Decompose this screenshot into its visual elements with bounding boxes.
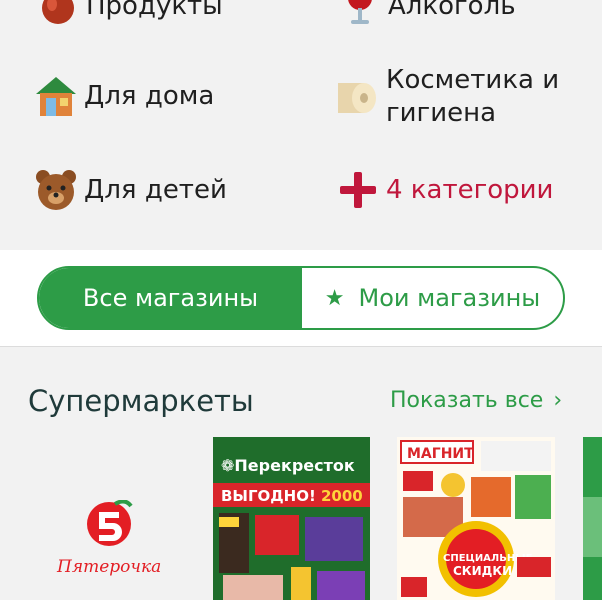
magnit-flyer: МАГНИТ СПЕЦИАЛЬНЫЕ СКИДКИ <box>397 437 555 600</box>
flyer-big-number: 2000 <box>321 487 363 505</box>
pyaterochka-logo-text: Пятерочка <box>56 557 161 577</box>
house-icon <box>34 74 78 118</box>
teddy-bear-icon <box>34 168 78 212</box>
category-label: 4 категории <box>386 174 554 205</box>
perekrestok-brand: ❁Перекресток <box>221 456 355 475</box>
show-all-label: Показать все <box>390 388 544 413</box>
my-stores-tab[interactable]: ★ Мои магазины <box>302 268 563 328</box>
apple-icon <box>36 0 80 28</box>
toilet-paper-icon <box>336 75 380 119</box>
category-more[interactable]: 4 категории <box>336 168 553 212</box>
chevron-right-icon: › <box>553 388 563 413</box>
all-stores-label: Все магазины <box>82 284 259 312</box>
store-next-partial[interactable] <box>583 437 602 600</box>
category-label: Для детей <box>84 174 227 205</box>
store-magnit[interactable]: МАГНИТ СПЕЦИАЛЬНЫЕ СКИДКИ <box>397 437 555 600</box>
store-filter-toggle: Все магазины ★ Мои магазины <box>37 266 565 330</box>
star-icon: ★ <box>324 285 345 311</box>
category-label: Для дома <box>84 80 215 111</box>
pyaterochka-logo: Пятерочка <box>56 499 161 577</box>
my-stores-label: Мои магазины <box>358 284 541 312</box>
plus-icon <box>336 168 380 212</box>
flyer-headline: ВЫГОДНО! <box>221 487 316 505</box>
category-products[interactable]: Продукты <box>36 0 223 28</box>
show-all-link[interactable]: Показать все › <box>390 388 562 413</box>
category-label-line2: гигиена <box>386 98 497 128</box>
perekrestok-flyer: ❁Перекресток ВЫГОДНО! 2000 <box>213 437 370 600</box>
wine-glass-icon <box>338 0 382 28</box>
section-title: Супермаркеты <box>28 384 254 418</box>
store-perekrestok[interactable]: ❁Перекресток ВЫГОДНО! 2000 <box>213 437 370 600</box>
store-pyaterochka[interactable]: Пятерочка <box>55 499 165 582</box>
category-label-line1: Косметика и <box>386 65 560 95</box>
magnit-brand: МАГНИТ <box>407 446 474 462</box>
category-cosmetics[interactable]: Косметика и гигиена <box>336 64 559 130</box>
magnit-badge-line2: СКИДКИ <box>453 564 512 578</box>
all-stores-tab[interactable]: Все магазины <box>39 268 302 328</box>
category-alcohol[interactable]: Алкоголь <box>338 0 516 28</box>
category-label: Алкоголь <box>388 0 516 21</box>
category-home[interactable]: Для дома <box>34 74 214 118</box>
category-kids[interactable]: Для детей <box>34 168 227 212</box>
category-label: Продукты <box>86 0 223 21</box>
partial-flyer <box>583 437 602 600</box>
